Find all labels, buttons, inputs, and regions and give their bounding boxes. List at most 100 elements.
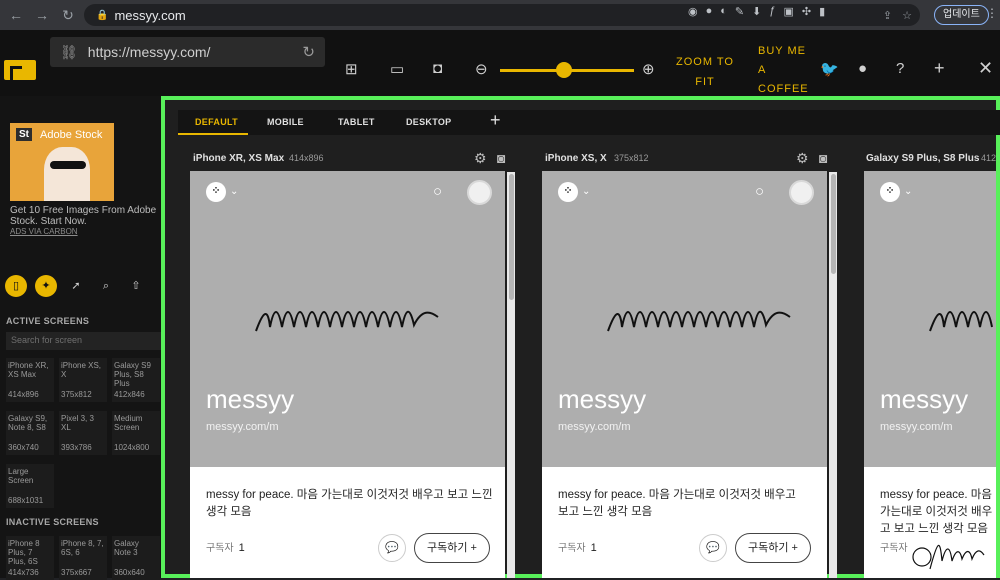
sidepanel-icon[interactable]: ▮ <box>819 5 825 18</box>
settings-gear-icon[interactable]: ⚙ <box>474 150 487 167</box>
device-card[interactable]: Large Screen 688x1031 <box>6 464 54 508</box>
puzzle-icon[interactable]: ✣ <box>802 5 811 18</box>
device-title: iPhone XR, XS Max <box>193 153 285 164</box>
help-icon[interactable]: ? <box>896 60 904 77</box>
zoom-to-fit-button[interactable]: ZOOM TO FIT <box>676 52 734 92</box>
device-name: iPhone XS, X <box>61 361 102 379</box>
device-card[interactable]: Galaxy Note 3 360x640 <box>112 536 160 580</box>
device-size: 688x1031 <box>8 496 44 505</box>
chevron-down-icon[interactable]: ⌄ <box>230 186 238 197</box>
chevron-down-icon[interactable]: ⌄ <box>904 186 912 197</box>
update-button[interactable]: 업데이트 <box>934 5 989 25</box>
avatar[interactable] <box>789 180 814 205</box>
subs-label: 구독자 <box>558 543 586 554</box>
device-card[interactable]: iPhone XR, XS Max 414x896 <box>6 358 54 402</box>
camera-icon[interactable]: ◙ <box>819 150 827 166</box>
dark-ext-icon[interactable]: ▣ <box>783 5 793 18</box>
avatar[interactable] <box>467 180 492 205</box>
twitter-icon[interactable]: 🐦 <box>820 60 839 78</box>
blog-title[interactable]: messyy <box>206 384 294 415</box>
tistory-logo-icon[interactable]: ⁘ <box>558 182 578 202</box>
inspect-icon[interactable]: ✦ <box>35 275 57 297</box>
device-resolution: 412 <box>981 153 997 163</box>
device-size: 375x667 <box>61 568 92 577</box>
zoom-in-icon[interactable]: ⊕ <box>642 60 655 78</box>
ad-text[interactable]: Get 10 Free Images From Adobe Stock. Sta… <box>10 205 160 227</box>
tab-default[interactable]: DEFAULT <box>195 117 238 127</box>
reload-icon[interactable]: ↻ <box>58 7 78 24</box>
blog-title[interactable]: messyy <box>558 384 646 415</box>
device-card[interactable]: Galaxy S9, Note 8, S8 360x740 <box>6 411 54 455</box>
device-card[interactable]: iPhone 8, 7, 6S, 6 375x667 <box>59 536 107 580</box>
blog-url: messyy.com/m <box>880 421 953 433</box>
tistory-logo-icon[interactable]: ⁘ <box>880 182 900 202</box>
subs-number: 1 <box>238 542 245 554</box>
blog-description: messy for peace. 마음 가는대로 이것저것 배우고 보고 느낀 … <box>206 489 493 518</box>
device-size: 412x846 <box>114 390 145 399</box>
search-icon[interactable]: ○ <box>433 183 442 200</box>
camera-ext-icon[interactable]: ◉ <box>688 5 698 18</box>
close-icon[interactable]: ✕ <box>978 58 993 79</box>
buy-me-coffee-link[interactable]: BUY ME A COFFEE <box>758 42 809 99</box>
device-name: Large Screen <box>8 467 34 485</box>
upload-icon[interactable]: ⇧ <box>125 275 147 297</box>
url-reload-icon[interactable]: ↻ <box>302 43 315 61</box>
device-resolution: 414x896 <box>289 153 324 163</box>
device-name: iPhone XR, XS Max <box>8 361 49 379</box>
device-name: Medium Screen <box>114 414 143 432</box>
device-screen: ⁘ ⌄ ○ messyy messyy.com/m messy for peac… <box>190 171 505 578</box>
off-ext-icon[interactable]: ◐ <box>720 5 727 18</box>
cursor-icon[interactable]: ➚ <box>65 275 87 297</box>
comment-icon[interactable]: 💬 <box>699 534 727 562</box>
device-size: 360x640 <box>114 568 145 577</box>
subscribe-button[interactable]: 구독하기 + <box>414 533 490 563</box>
grid-layout-icon[interactable]: ⊞ <box>345 60 358 78</box>
device-card[interactable]: Galaxy S9 Plus, S8 Plus 412x846 <box>112 358 160 402</box>
circle-ext-icon[interactable]: ● <box>706 5 713 18</box>
share-icon[interactable]: ⇪ <box>883 9 892 22</box>
device-title: Galaxy S9 Plus, S8 Plus <box>866 153 980 164</box>
zoom-out-icon[interactable]: ⊖ <box>475 60 488 78</box>
zoom-slider-handle[interactable] <box>556 62 572 78</box>
bookmark-star-icon[interactable]: ☆ <box>902 9 912 22</box>
picker-ext-icon[interactable]: ✎ <box>735 5 744 18</box>
scrollbar-thumb[interactable] <box>509 174 514 300</box>
formula-ext-icon[interactable]: ƒ <box>769 5 775 18</box>
tistory-logo-icon[interactable]: ⁘ <box>206 182 226 202</box>
settings-gear-icon[interactable]: ⚙ <box>796 150 809 167</box>
back-icon[interactable]: ← <box>6 7 26 23</box>
github-icon[interactable]: ● <box>858 60 867 77</box>
device-card[interactable]: iPhone 8 Plus, 7 Plus, 6S Plus 414x736 <box>6 536 54 580</box>
browser-menu-icon[interactable]: ⋮ <box>986 6 998 20</box>
screen-search-input[interactable]: Search for screen <box>6 332 170 350</box>
tab-tablet[interactable]: TABLET <box>338 117 375 127</box>
search-icon[interactable]: ○ <box>755 183 764 200</box>
screenshot-icon[interactable]: ◘ <box>433 60 442 77</box>
comment-icon[interactable]: 💬 <box>378 534 406 562</box>
devices-icon[interactable]: ▯ <box>5 275 27 297</box>
add-tab-button[interactable]: + <box>490 110 501 131</box>
device-resolution: 375x812 <box>614 153 649 163</box>
ad-image[interactable]: St Adobe Stock <box>10 123 114 201</box>
subscribe-button[interactable]: 구독하기 + <box>735 533 811 563</box>
download-ext-icon[interactable]: ⬇ <box>752 5 761 18</box>
forward-icon[interactable]: → <box>32 7 52 23</box>
camera-icon[interactable]: ◙ <box>497 150 505 166</box>
ads-via-carbon-link[interactable]: ADS VIA CARBON <box>10 227 78 236</box>
add-icon[interactable]: + <box>934 58 945 79</box>
tab-mobile[interactable]: MOBILE <box>267 117 304 127</box>
blog-title[interactable]: messyy <box>880 384 968 415</box>
subs-number: 1 <box>590 542 597 554</box>
device-card[interactable]: Medium Screen 1024x800 <box>112 411 160 455</box>
search-icon[interactable]: ⌕ <box>95 275 117 297</box>
tab-desktop[interactable]: DESKTOP <box>406 117 451 127</box>
device-card[interactable]: iPhone XS, X 375x812 <box>59 358 107 402</box>
device-size: 360x740 <box>8 443 39 452</box>
single-layout-icon[interactable]: ▭ <box>390 60 404 78</box>
ad-glasses <box>50 161 86 169</box>
device-card[interactable]: Pixel 3, 3 XL 393x786 <box>59 411 107 455</box>
chevron-down-icon[interactable]: ⌄ <box>582 186 590 197</box>
subscriber-count: 구독자 1 <box>206 539 245 554</box>
app-url-input[interactable]: ⛓ https://messyy.com/ ↻ <box>50 37 325 67</box>
scrollbar-thumb[interactable] <box>831 174 836 274</box>
